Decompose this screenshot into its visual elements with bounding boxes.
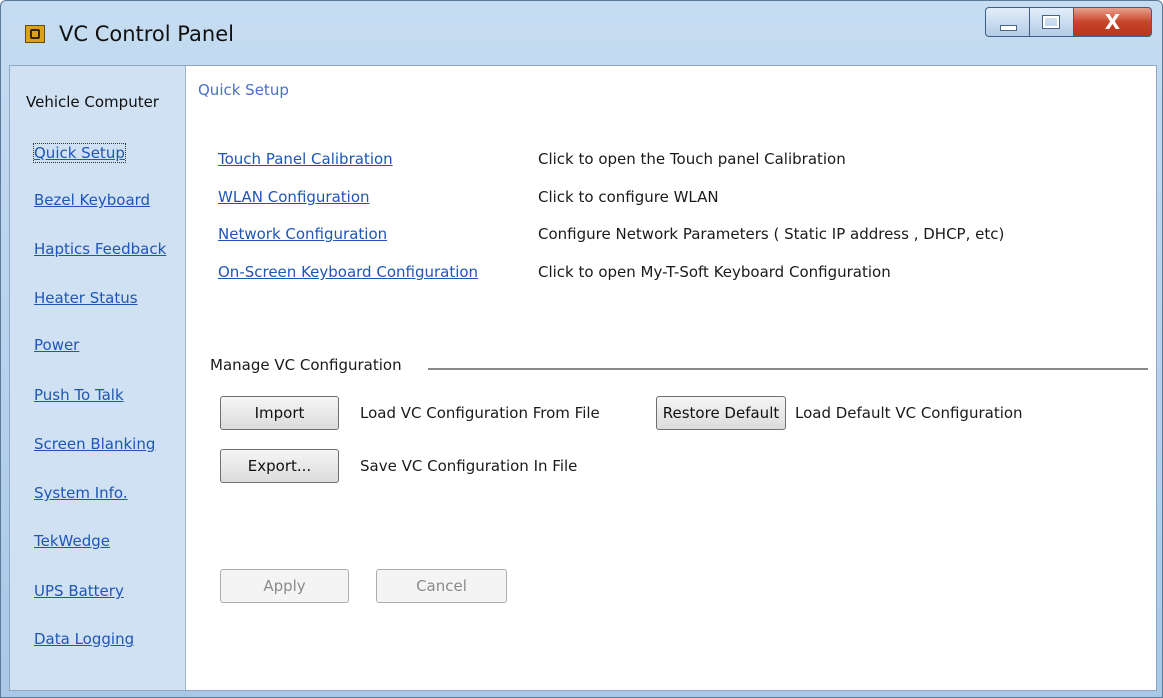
network-configuration-link[interactable]: Network Configuration [218,225,387,243]
manage-vc-configuration-title: Manage VC Configuration [210,356,402,374]
export-description: Save VC Configuration In File [360,457,578,475]
wlan-configuration-desc: Click to configure WLAN [538,188,719,206]
sidebar-item-bezel-keyboard[interactable]: Bezel Keyboard [34,191,150,209]
window-title: VC Control Panel [59,22,234,46]
sidebar: Vehicle Computer Quick Setup Bezel Keybo… [10,66,186,690]
maximize-button[interactable] [1030,7,1074,37]
sidebar-header: Vehicle Computer [26,93,159,111]
close-icon: X [1104,10,1121,34]
import-description: Load VC Configuration From File [360,404,600,422]
vc-app-icon [25,25,45,43]
sidebar-item-tekwedge[interactable]: TekWedge [34,532,110,550]
sidebar-item-haptics-feedback[interactable]: Haptics Feedback [34,240,166,258]
export-button[interactable]: Export... [220,449,339,483]
caption-buttons: X [985,7,1152,37]
restore-default-button[interactable]: Restore Default [656,396,786,430]
cancel-button[interactable]: Cancel [376,569,507,603]
client-area: Vehicle Computer Quick Setup Bezel Keybo… [9,65,1157,691]
title-bar[interactable]: VC Control Panel X [1,1,1162,65]
section-title: Quick Setup [198,81,289,99]
sidebar-item-push-to-talk[interactable]: Push To Talk [34,386,124,404]
restore-default-description: Load Default VC Configuration [795,404,1023,422]
apply-button[interactable]: Apply [220,569,349,603]
touch-panel-calibration-desc: Click to open the Touch panel Calibratio… [538,150,846,168]
on-screen-keyboard-configuration-link[interactable]: On-Screen Keyboard Configuration [218,263,478,281]
network-configuration-desc: Configure Network Parameters ( Static IP… [538,225,1005,243]
group-divider [428,368,1148,370]
sidebar-item-quick-setup[interactable]: Quick Setup [33,143,126,163]
sidebar-item-heater-status[interactable]: Heater Status [34,289,138,307]
touch-panel-calibration-link[interactable]: Touch Panel Calibration [218,150,393,168]
minimize-button[interactable] [985,7,1030,37]
wlan-configuration-link[interactable]: WLAN Configuration [218,188,370,206]
on-screen-keyboard-configuration-desc: Click to open My-T-Soft Keyboard Configu… [538,263,891,281]
sidebar-item-screen-blanking[interactable]: Screen Blanking [34,435,155,453]
vc-control-panel-window: VC Control Panel X Vehicle Computer Quic… [0,0,1163,698]
close-button[interactable]: X [1074,7,1152,37]
sidebar-item-data-logging[interactable]: Data Logging [34,630,134,648]
sidebar-item-ups-battery[interactable]: UPS Battery [34,582,124,600]
sidebar-item-power[interactable]: Power [34,336,79,354]
import-button[interactable]: Import [220,396,339,430]
sidebar-item-system-info[interactable]: System Info. [34,484,128,502]
quick-setup-panel: Quick Setup Touch Panel Calibration Clic… [186,66,1156,690]
